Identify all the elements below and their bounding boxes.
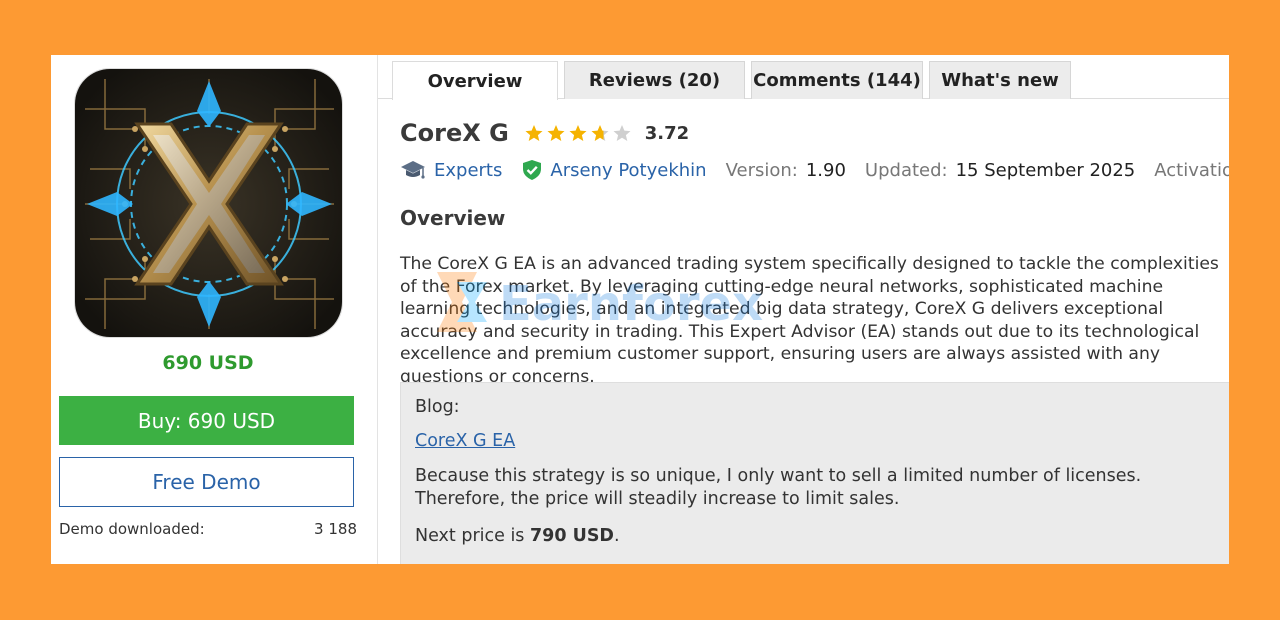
demo-downloaded-row: Demo downloaded: 3 188	[59, 520, 357, 538]
overview-description: The CoreX G EA is an advanced trading sy…	[400, 254, 1219, 387]
demo-downloaded-count: 3 188	[314, 520, 357, 538]
updated-value: 15 September 2025	[955, 159, 1136, 181]
demo-downloaded-label: Demo downloaded:	[59, 520, 205, 538]
next-price-line: Next price is 790 USD.	[415, 526, 1229, 546]
next-price-value: 790 USD	[530, 526, 614, 546]
author-link[interactable]: Arseny Potyekhin	[550, 160, 706, 181]
buy-button[interactable]: Buy: 690 USD	[59, 396, 354, 445]
free-demo-button[interactable]: Free Demo	[59, 457, 354, 507]
product-price: 690 USD	[162, 352, 254, 374]
category-link[interactable]: Experts	[434, 160, 502, 181]
tab-comments[interactable]: Comments (144)	[751, 61, 923, 99]
version-label: Version:	[725, 159, 798, 181]
graduation-cap-icon	[400, 159, 426, 181]
product-card: 690 USD Buy: 690 USD Free Demo Demo down…	[51, 55, 1229, 564]
blog-box: Blog: CoreX G EA Because this strategy i…	[400, 382, 1229, 564]
blog-text: Because this strategy is so unique, I on…	[415, 466, 1142, 509]
tab-overview[interactable]: Overview	[392, 61, 558, 100]
product-meta: Experts Arseny Potyekhin Version: 1.90 U…	[400, 159, 1229, 181]
next-price-prefix: Next price is	[415, 526, 530, 546]
blog-link[interactable]: CoreX G EA	[415, 431, 1229, 451]
tab-reviews[interactable]: Reviews (20)	[564, 61, 745, 99]
rating-stars	[525, 124, 635, 142]
verified-shield-icon	[522, 159, 542, 181]
next-price-suffix: .	[613, 526, 620, 546]
product-tabs: Overview Reviews (20) Comments (144) Wha…	[378, 55, 1229, 100]
star-icon	[569, 125, 587, 141]
version-value: 1.90	[805, 159, 846, 181]
product-details: Overview Reviews (20) Comments (144) Wha…	[378, 55, 1229, 564]
star-icon	[613, 125, 631, 141]
blog-label: Blog:	[415, 397, 460, 417]
product-logo-image	[74, 68, 343, 338]
product-sidebar: 690 USD Buy: 690 USD Free Demo Demo down…	[51, 55, 378, 564]
star-icon	[547, 125, 565, 141]
updated-label: Updated:	[864, 159, 948, 181]
product-title: CoreX G	[400, 119, 509, 147]
title-row: CoreX G 3.72	[400, 119, 689, 147]
star-icon	[525, 125, 543, 141]
rating-value: 3.72	[644, 122, 690, 144]
tab-whats-new[interactable]: What's new	[929, 61, 1071, 99]
star-icon	[591, 125, 609, 141]
activations-label: Activations:	[1154, 159, 1229, 181]
overview-heading: Overview	[400, 206, 506, 230]
